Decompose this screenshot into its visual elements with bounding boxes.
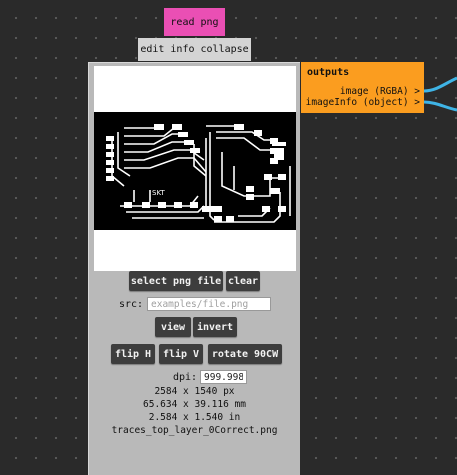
dpi-label: dpi: bbox=[173, 372, 198, 383]
dpi-input[interactable] bbox=[200, 370, 247, 384]
pcb-traces-image: SKT bbox=[94, 66, 296, 271]
image-output-port[interactable]: image (RGBA) > bbox=[340, 86, 420, 97]
size-pixels: 2584 x 1540 px bbox=[154, 386, 235, 397]
module-menu-bar[interactable]: edit info collapse bbox=[138, 38, 251, 61]
file-name: traces_top_layer_0Correct.png bbox=[111, 425, 278, 436]
size-inches: 2.584 x 1.540 in bbox=[148, 412, 241, 423]
module-title-tab[interactable]: read png bbox=[164, 8, 225, 36]
clear-button[interactable]: clear bbox=[226, 271, 260, 291]
rotate-90cw-button[interactable]: rotate 90CW bbox=[208, 344, 282, 364]
invert-button[interactable]: invert bbox=[193, 317, 237, 337]
view-button[interactable]: view bbox=[155, 317, 191, 337]
size-mm: 65.634 x 39.116 mm bbox=[143, 399, 246, 410]
select-png-file-button[interactable]: select png file bbox=[129, 271, 223, 291]
src-label: src: bbox=[119, 299, 144, 310]
silkscreen-label: SKT bbox=[152, 189, 165, 197]
read-png-module: SKT select png file clear src: view inve… bbox=[88, 62, 300, 475]
png-preview: SKT bbox=[94, 66, 296, 271]
outputs-panel: outputs image (RGBA) > imageInfo (object… bbox=[301, 62, 424, 113]
imageinfo-output-port[interactable]: imageInfo (object) > bbox=[306, 97, 420, 108]
imageinfo-output-wire bbox=[423, 100, 457, 112]
outputs-heading: outputs bbox=[307, 67, 350, 78]
flip-h-button[interactable]: flip H bbox=[111, 344, 155, 364]
image-output-wire bbox=[423, 76, 457, 93]
src-input[interactable] bbox=[147, 297, 271, 311]
flip-v-button[interactable]: flip V bbox=[159, 344, 203, 364]
